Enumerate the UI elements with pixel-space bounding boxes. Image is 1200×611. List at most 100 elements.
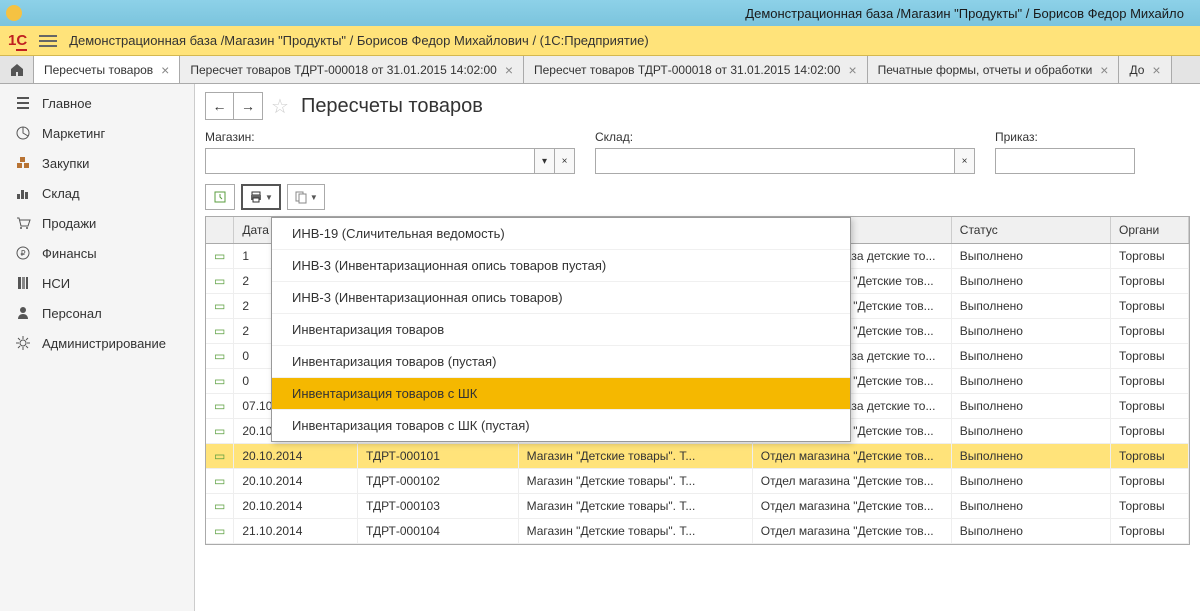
boxes-icon — [14, 154, 32, 172]
tab-label: Пересчет товаров ТДРТ-000018 от 31.01.20… — [190, 63, 496, 77]
tab-label: Печатные формы, отчеты и обработки — [878, 63, 1093, 77]
filter-warehouse-clear[interactable]: × — [955, 148, 975, 174]
toolbar: ▼ ▼ — [205, 184, 1190, 210]
tab-2[interactable]: Пересчет товаров ТДРТ-000018 от 31.01.20… — [524, 56, 868, 83]
cell-org: Торговы — [1111, 444, 1189, 469]
data-table: ИНВ-19 (Сличительная ведомость)ИНВ-3 (Ин… — [205, 216, 1190, 545]
table-row[interactable]: ▭ 21.10.2014 ТДРТ-000104 Магазин "Детски… — [206, 519, 1189, 544]
sidebar-item-label: Маркетинг — [42, 126, 105, 141]
tab-1[interactable]: Пересчет товаров ТДРТ-000018 от 31.01.20… — [180, 56, 524, 83]
logo-1c: 1C — [8, 32, 27, 49]
cell-org: Торговы — [1111, 469, 1189, 494]
cell-store: Магазин "Детские товары". Т... — [518, 444, 752, 469]
document-icon: ▭ — [214, 349, 225, 363]
table-row[interactable]: ▭ 20.10.2014 ТДРТ-000103 Магазин "Детски… — [206, 494, 1189, 519]
favorite-star-icon[interactable]: ☆ — [271, 94, 289, 119]
nav-forward-button[interactable]: → — [234, 93, 262, 119]
document-icon: ▭ — [214, 374, 225, 388]
filter-order-label: Приказ: — [995, 130, 1135, 144]
sidebar: Главное Маркетинг Закупки Склад Продажи ₽Фина… — [0, 84, 195, 611]
pie-icon — [14, 124, 32, 142]
close-icon[interactable]: × — [1152, 62, 1160, 78]
close-icon[interactable]: × — [848, 62, 856, 78]
sidebar-item-0[interactable]: Главное — [0, 88, 194, 118]
dropdown-item[interactable]: Инвентаризация товаров — [272, 314, 850, 346]
refresh-button[interactable] — [205, 184, 235, 210]
sidebar-item-3[interactable]: Склад — [0, 178, 194, 208]
dropdown-item[interactable]: Инвентаризация товаров (пустая) — [272, 346, 850, 378]
cell-org: Торговы — [1111, 394, 1189, 419]
table-row[interactable]: ▭ 20.10.2014 ТДРТ-000101 Магазин "Детски… — [206, 444, 1189, 469]
close-icon[interactable]: × — [1100, 62, 1108, 78]
tab-4[interactable]: До× — [1119, 56, 1171, 83]
sidebar-item-label: Главное — [42, 96, 92, 111]
dropdown-item[interactable]: ИНВ-3 (Инвентаризационная опись товаров) — [272, 282, 850, 314]
cell-date: 21.10.2014 — [234, 519, 358, 544]
cell-org: Торговы — [1111, 269, 1189, 294]
cell-status: Выполнено — [951, 244, 1110, 269]
home-tab[interactable] — [0, 56, 34, 83]
dropdown-item[interactable]: Инвентаризация товаров с ШК — [272, 378, 850, 410]
filter-store-dropdown[interactable]: ▾ — [535, 148, 555, 174]
cell-status: Выполнено — [951, 319, 1110, 344]
column-header[interactable]: Статус — [951, 217, 1110, 244]
table-row[interactable]: ▭ 20.10.2014 ТДРТ-000102 Магазин "Детски… — [206, 469, 1189, 494]
cell-org: Торговы — [1111, 244, 1189, 269]
cell-status: Выполнено — [951, 294, 1110, 319]
filter-warehouse-input[interactable] — [595, 148, 955, 174]
sidebar-item-6[interactable]: НСИ — [0, 268, 194, 298]
nav-back-button[interactable]: ← — [206, 93, 234, 119]
reports-icon — [294, 190, 308, 204]
sidebar-item-8[interactable]: Администрирование — [0, 328, 194, 358]
cell-status: Выполнено — [951, 444, 1110, 469]
dropdown-item[interactable]: ИНВ-3 (Инвентаризационная опись товаров … — [272, 250, 850, 282]
cell-org: Торговы — [1111, 519, 1189, 544]
sidebar-item-4[interactable]: Продажи — [0, 208, 194, 238]
cart-icon — [14, 214, 32, 232]
document-icon: ▭ — [214, 424, 225, 438]
cell-date: 20.10.2014 — [234, 494, 358, 519]
tab-3[interactable]: Печатные формы, отчеты и обработки × — [868, 56, 1120, 83]
filter-warehouse-label: Склад: — [595, 130, 975, 144]
document-icon: ▭ — [214, 449, 225, 463]
bars-icon — [14, 184, 32, 202]
dropdown-item[interactable]: ИНВ-19 (Сличительная ведомость) — [272, 218, 850, 250]
printer-icon — [249, 190, 263, 204]
document-icon: ▭ — [214, 324, 225, 338]
cell-warehouse: Отдел магазина "Детские тов... — [752, 469, 951, 494]
refresh-icon — [213, 190, 227, 204]
close-icon[interactable]: × — [505, 62, 513, 78]
sidebar-item-5[interactable]: ₽Финансы — [0, 238, 194, 268]
cell-status: Выполнено — [951, 519, 1110, 544]
cell-org: Торговы — [1111, 344, 1189, 369]
column-header[interactable]: Органи — [1111, 217, 1189, 244]
cell-org: Торговы — [1111, 494, 1189, 519]
cell-warehouse: Отдел магазина "Детские тов... — [752, 519, 951, 544]
filter-store-clear[interactable]: × — [555, 148, 575, 174]
cell-status: Выполнено — [951, 469, 1110, 494]
print-button[interactable]: ▼ — [241, 184, 281, 210]
cell-number: ТДРТ-000101 — [358, 444, 519, 469]
gear-icon — [14, 334, 32, 352]
cell-org: Торговы — [1111, 419, 1189, 444]
sidebar-item-7[interactable]: Персонал — [0, 298, 194, 328]
window-title: Демонстрационная база /Магазин "Продукты… — [28, 6, 1194, 21]
cell-org: Торговы — [1111, 369, 1189, 394]
sidebar-item-label: Продажи — [42, 216, 96, 231]
filter-order-input[interactable] — [995, 148, 1135, 174]
sidebar-item-2[interactable]: Закупки — [0, 148, 194, 178]
dropdown-item[interactable]: Инвентаризация товаров с ШК (пустая) — [272, 410, 850, 441]
cell-warehouse: Отдел магазина "Детские тов... — [752, 494, 951, 519]
home-icon — [9, 62, 25, 78]
cell-status: Выполнено — [951, 394, 1110, 419]
sidebar-item-1[interactable]: Маркетинг — [0, 118, 194, 148]
menu-toggle-icon[interactable] — [39, 35, 57, 47]
sidebar-item-label: Администрирование — [42, 336, 166, 351]
filter-store-input[interactable] — [205, 148, 535, 174]
more-button[interactable]: ▼ — [287, 184, 325, 210]
cell-store: Магазин "Детские товары". Т... — [518, 469, 752, 494]
sidebar-item-label: Склад — [42, 186, 80, 201]
tab-0[interactable]: Пересчеты товаров× — [34, 56, 180, 83]
close-icon[interactable]: × — [161, 62, 169, 78]
content: ← → ☆ Пересчеты товаров Магазин: ▾ × Скл… — [195, 84, 1200, 611]
